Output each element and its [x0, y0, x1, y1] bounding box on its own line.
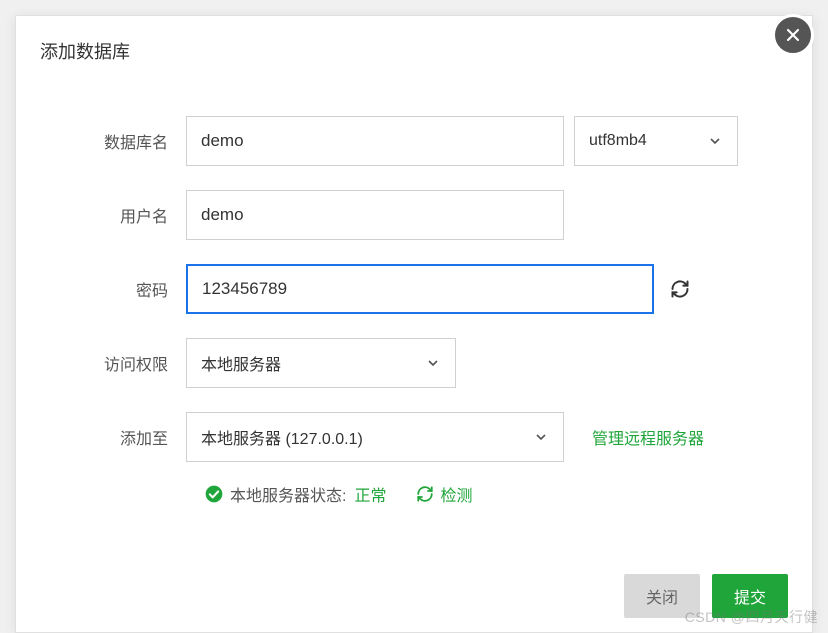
dialog-title: 添加数据库 — [16, 16, 812, 86]
status-detect-button[interactable]: 检测 — [416, 482, 472, 506]
row-username: 用户名 — [56, 190, 772, 240]
select-addto[interactable]: 本地服务器 (127.0.0.1) — [186, 412, 564, 462]
label-dbname: 数据库名 — [56, 129, 186, 153]
label-username: 用户名 — [56, 203, 186, 227]
manage-remote-link[interactable]: 管理远程服务器 — [592, 425, 704, 449]
chevron-down-icon — [425, 355, 441, 371]
row-access: 访问权限 本地服务器 — [56, 338, 772, 388]
row-password: 密码 — [56, 264, 772, 314]
form-body: 数据库名 utf8mb4 用户名 密码 — [16, 86, 812, 516]
close-button[interactable]: 关闭 — [624, 574, 700, 618]
label-access: 访问权限 — [56, 351, 186, 375]
check-icon — [204, 484, 224, 504]
status-detect-label: 检测 — [440, 482, 472, 506]
status-state: 正常 — [354, 482, 386, 506]
select-access[interactable]: 本地服务器 — [186, 338, 456, 388]
select-charset[interactable]: utf8mb4 — [574, 116, 738, 166]
row-addto: 添加至 本地服务器 (127.0.0.1) 管理远程服务器 — [56, 412, 772, 462]
input-dbname[interactable] — [186, 116, 564, 166]
select-access-value: 本地服务器 — [201, 351, 281, 375]
row-dbname: 数据库名 utf8mb4 — [56, 116, 772, 166]
close-icon[interactable] — [772, 14, 814, 56]
submit-button[interactable]: 提交 — [712, 574, 788, 618]
status-label: 本地服务器状态: — [230, 482, 346, 506]
chevron-down-icon — [533, 429, 549, 445]
refresh-icon[interactable] — [670, 279, 690, 299]
select-charset-value: utf8mb4 — [589, 132, 647, 150]
select-addto-value: 本地服务器 (127.0.0.1) — [201, 425, 363, 449]
label-password: 密码 — [56, 277, 186, 301]
add-database-dialog: 添加数据库 数据库名 utf8mb4 用户名 密码 — [15, 15, 813, 633]
label-addto: 添加至 — [56, 425, 186, 449]
input-username[interactable] — [186, 190, 564, 240]
input-password[interactable] — [186, 264, 654, 314]
status-row: 本地服务器状态: 正常 检测 — [204, 482, 772, 506]
dialog-footer: 关闭 提交 — [624, 574, 788, 632]
chevron-down-icon — [707, 133, 723, 149]
